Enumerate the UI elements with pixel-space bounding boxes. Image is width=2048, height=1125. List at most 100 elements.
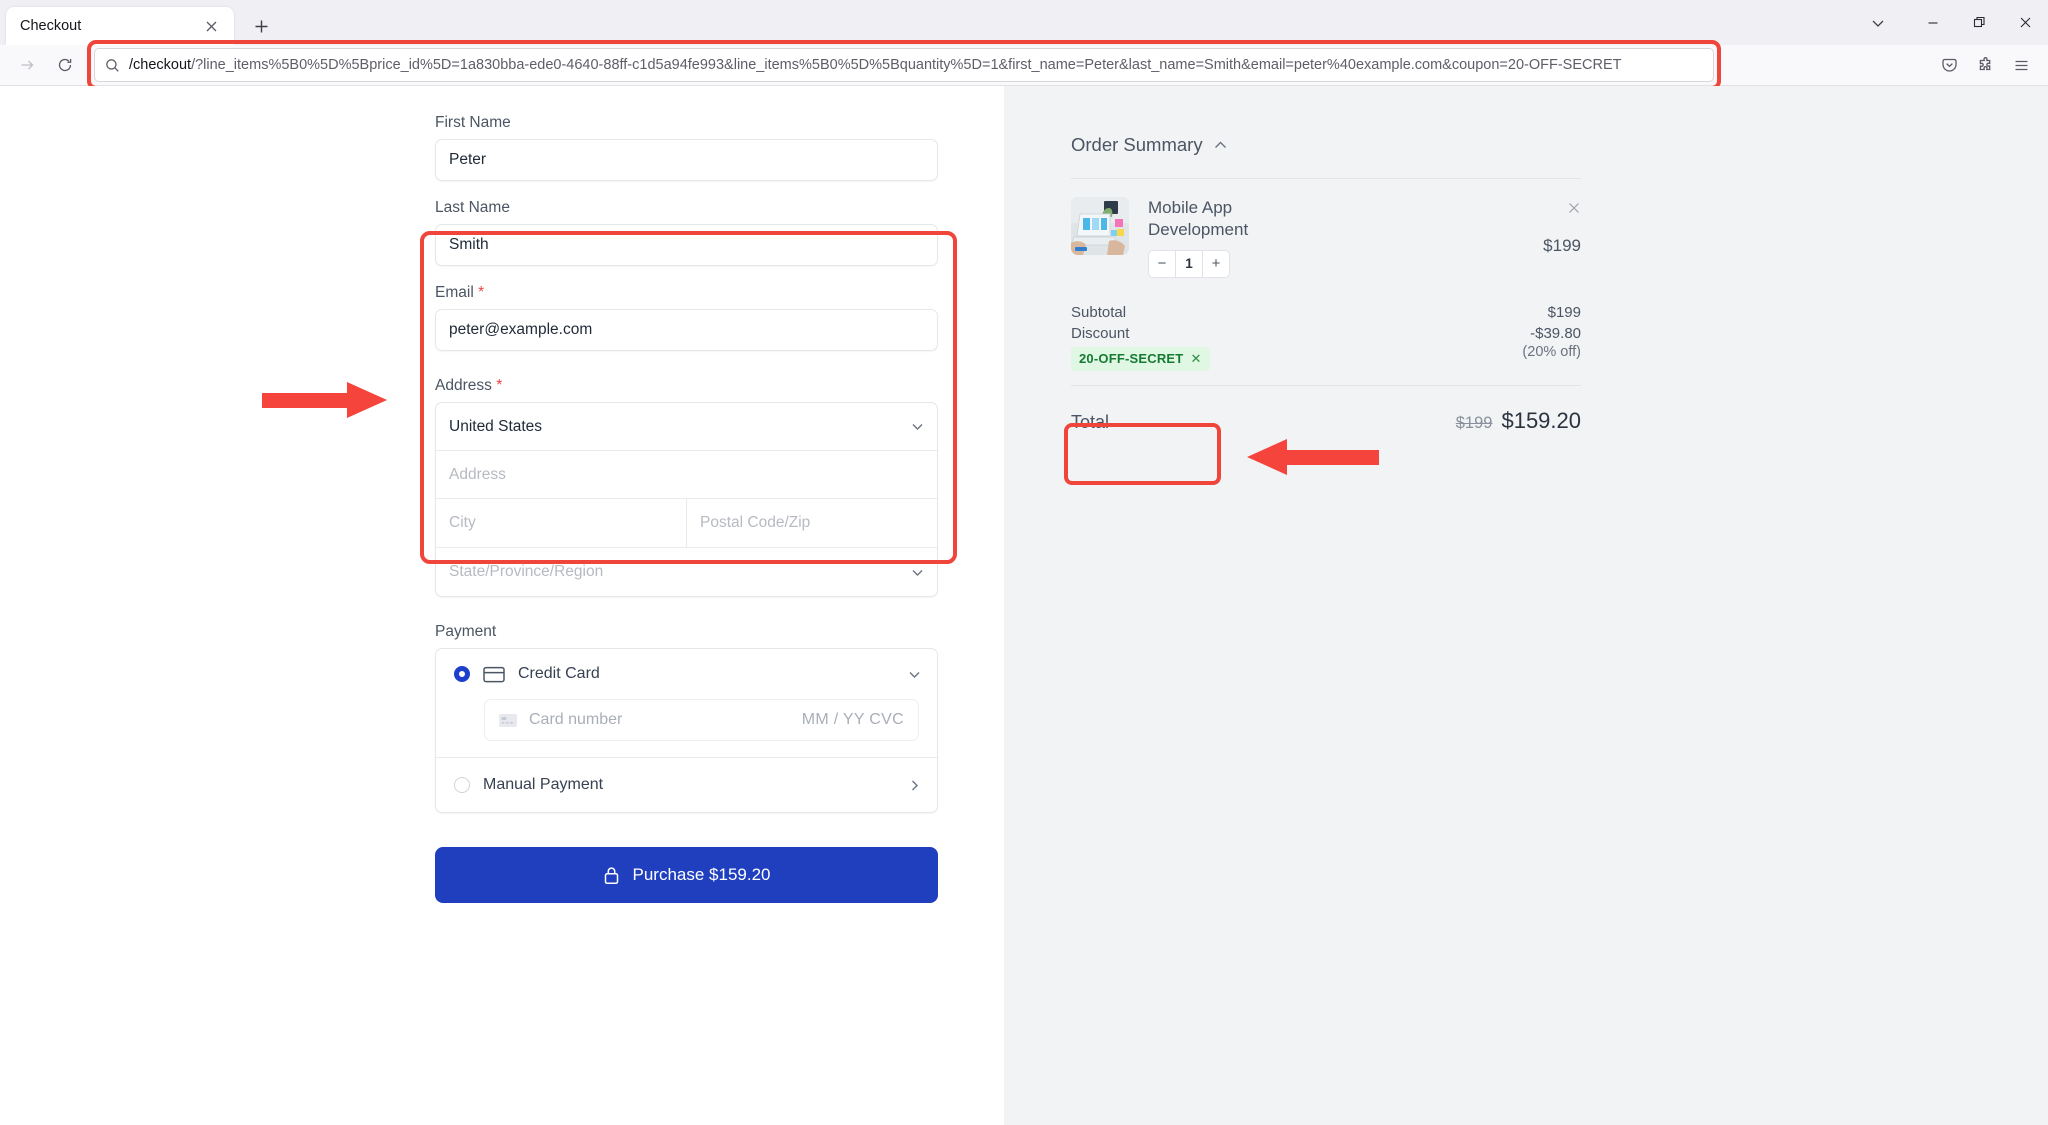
credit-card-label: Credit Card (518, 665, 600, 682)
order-summary-title[interactable]: Order Summary (1071, 134, 1581, 156)
card-number-placeholder: Card number (529, 711, 623, 728)
coupon-badge[interactable]: 20-OFF-SECRET ✕ (1071, 346, 1210, 371)
chevron-up-icon[interactable] (1213, 138, 1228, 153)
first-name-field-group: First Name Peter (435, 114, 938, 181)
chevron-down-icon (911, 566, 924, 579)
card-expiry-cvc-placeholder: MM / YY CVC (801, 711, 904, 728)
lock-icon (603, 866, 620, 885)
page-content: First Name Peter Last Name Smith Email *… (0, 86, 2048, 1125)
search-icon (105, 58, 120, 73)
payment-option-credit-card[interactable]: Credit Card (436, 649, 937, 687)
radio-credit-card[interactable] (454, 666, 470, 682)
discount-right: -$39.80 (20% off) (1522, 325, 1581, 360)
payment-label: Payment (435, 623, 497, 640)
maximize-button[interactable] (1956, 0, 2002, 45)
total-label: Total (1071, 411, 1110, 432)
state-select[interactable]: State/Province/Region (436, 548, 937, 596)
first-name-input[interactable]: Peter (435, 139, 938, 181)
arrow-annotation-form (262, 381, 392, 421)
purchase-button[interactable]: Purchase $159.20 (435, 847, 938, 903)
tab-title: Checkout (20, 18, 82, 34)
country-select[interactable]: United States (436, 403, 937, 451)
order-item-details: Mobile App Development − 1 + (1148, 197, 1298, 278)
discount-left: Discount 20-OFF-SECRET ✕ (1071, 325, 1210, 371)
product-thumbnail (1071, 197, 1129, 255)
email-label: Email * (435, 284, 938, 302)
close-icon[interactable] (1567, 201, 1581, 219)
country-value: United States (449, 417, 543, 435)
chevron-down-icon (911, 420, 924, 433)
order-item-right: $199 (1543, 197, 1581, 256)
checkout-form: First Name Peter Last Name Smith Email *… (435, 86, 938, 813)
card-chip-icon (499, 713, 517, 727)
purchase-button-label: Purchase $159.20 (632, 865, 771, 884)
subtotal-value: $199 (1547, 303, 1581, 321)
required-asterisk: * (496, 377, 503, 394)
reload-icon[interactable] (48, 49, 82, 81)
extensions-icon[interactable] (1968, 49, 2002, 81)
total-final-price: $159.20 (1501, 407, 1581, 433)
first-name-label: First Name (435, 114, 511, 131)
total-row: Total $199 $159.20 (1071, 386, 1581, 434)
email-label-text: Email (435, 284, 474, 301)
new-tab-button[interactable] (248, 13, 274, 39)
email-field-group: Email * peter@example.com (435, 284, 938, 351)
address-label-text: Address (435, 377, 492, 394)
browser-tab-checkout[interactable]: Checkout (6, 7, 234, 45)
address-group: United States Address City Postal Code/Z… (435, 402, 938, 597)
toolbar-right-icons (1932, 49, 2038, 81)
order-item-row: Mobile App Development − 1 + $199 (1071, 179, 1581, 292)
email-input[interactable]: peter@example.com (435, 309, 938, 351)
discount-row: Discount 20-OFF-SECRET ✕ -$39.80 (20% of… (1071, 325, 1581, 371)
coupon-remove-icon[interactable]: ✕ (1190, 351, 1201, 367)
card-number-input[interactable]: Card number MM / YY CVC (484, 699, 919, 741)
subtotal-label: Subtotal (1071, 303, 1127, 321)
coupon-code: 20-OFF-SECRET (1079, 351, 1184, 366)
quantity-increase-button[interactable]: + (1203, 251, 1229, 277)
city-postal-row: City Postal Code/Zip (436, 499, 937, 548)
order-summary-column: Order Summary Mobile App Development − 1… (1004, 86, 2048, 1125)
street-address-input[interactable]: Address (436, 451, 937, 499)
required-asterisk: * (478, 284, 485, 301)
app-menu-icon[interactable] (2004, 49, 2038, 81)
total-original-price: $199 (1455, 413, 1493, 432)
quantity-value[interactable]: 1 (1175, 250, 1203, 277)
arrow-annotation-discount (1242, 438, 1382, 478)
chevron-down-icon[interactable] (1858, 0, 1898, 45)
chevron-right-icon[interactable] (908, 779, 921, 792)
order-summary-title-text: Order Summary (1071, 134, 1203, 155)
navigation-toolbar: /checkout/?line_items%5B0%5D%5Bprice_id%… (0, 40, 2048, 90)
discount-percent: (20% off) (1522, 343, 1581, 360)
minimize-button[interactable] (1910, 0, 1956, 45)
discount-label: Discount (1071, 324, 1130, 342)
chevron-down-icon[interactable] (908, 668, 921, 681)
payment-option-manual[interactable]: Manual Payment (436, 758, 937, 812)
city-input[interactable]: City (436, 499, 687, 547)
order-item-name: Mobile App Development (1148, 198, 1249, 239)
subtotal-row: Subtotal $199 (1071, 304, 1581, 321)
forward-icon[interactable] (10, 49, 44, 81)
total-values: $199 $159.20 (1456, 408, 1581, 434)
payment-methods-group: Credit Card Card number MM / YY CVC Manu… (435, 648, 938, 813)
quantity-stepper[interactable]: − 1 + (1148, 249, 1230, 278)
radio-manual-payment[interactable] (454, 777, 470, 793)
quantity-decrease-button[interactable]: − (1149, 251, 1175, 277)
close-icon[interactable] (198, 13, 224, 39)
postal-code-input[interactable]: Postal Code/Zip (687, 499, 937, 547)
order-item-price: $199 (1543, 236, 1581, 255)
url-host: /checkout (129, 57, 192, 73)
address-label: Address * (435, 377, 938, 395)
last-name-label: Last Name (435, 199, 510, 216)
payment-field-group: Payment Credit Card Card number MM / YY … (435, 623, 938, 813)
manual-payment-label: Manual Payment (483, 776, 604, 793)
tab-strip: Checkout (0, 0, 2048, 45)
save-to-pocket-icon[interactable] (1932, 49, 1966, 81)
last-name-input[interactable]: Smith (435, 224, 938, 266)
order-totals: Subtotal $199 Discount 20-OFF-SECRET ✕ -… (1071, 292, 1581, 434)
order-summary: Order Summary Mobile App Development − 1… (1071, 134, 1581, 434)
url-bar[interactable]: /checkout/?line_items%5B0%5D%5Bprice_id%… (94, 48, 1714, 82)
url-text: /checkout/?line_items%5B0%5D%5Bprice_id%… (129, 57, 1703, 73)
close-window-button[interactable] (2002, 0, 2048, 45)
discount-value: -$39.80 (1530, 324, 1581, 342)
url-path: /?line_items%5B0%5D%5Bprice_id%5D=1a830b… (191, 57, 1622, 73)
